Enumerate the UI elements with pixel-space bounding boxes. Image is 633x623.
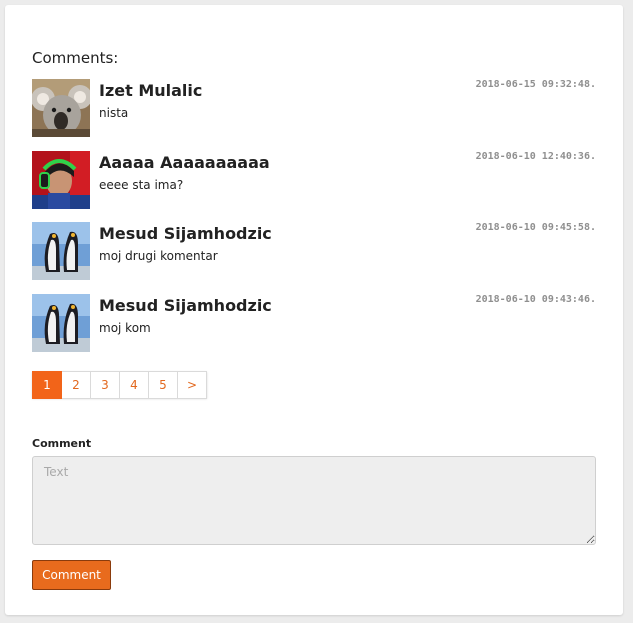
page-1-button[interactable]: 1: [32, 371, 62, 399]
comment-item: Aaaaa Aaaaaaaaaa eeee sta ima? 2018-06-1…: [32, 151, 596, 209]
comment-date: 2018-06-10 09:45:58.: [475, 222, 596, 233]
comment-submit-button[interactable]: Comment: [32, 560, 111, 590]
comment-date: 2018-06-10 09:43:46.: [475, 294, 596, 305]
comment-item: Mesud Sijamhodzic moj kom 2018-06-10 09:…: [32, 294, 596, 352]
pagination: 1 2 3 4 5 >: [32, 371, 207, 399]
comment-date: 2018-06-10 12:40:36.: [475, 151, 596, 162]
next-page-button[interactable]: >: [178, 371, 207, 399]
koala-avatar-icon: [32, 79, 90, 137]
comment-text: eeee sta ima?: [99, 178, 184, 192]
comment-author: Izet Mulalic: [99, 81, 203, 100]
comment-date: 2018-06-15 09:32:48.: [475, 79, 596, 90]
headphones-person-avatar-icon: [32, 151, 90, 209]
page-3-button[interactable]: 3: [91, 371, 120, 399]
comments-card: Comments: Izet Mulalic nista 2018-06-15 …: [5, 5, 623, 615]
penguins-avatar-icon: [32, 294, 90, 352]
comment-item: Mesud Sijamhodzic moj drugi komentar 201…: [32, 222, 596, 280]
comment-author: Mesud Sijamhodzic: [99, 224, 272, 243]
comment-label: Comment: [32, 437, 92, 450]
comment-text: moj drugi komentar: [99, 249, 218, 263]
page-2-button[interactable]: 2: [62, 371, 91, 399]
comment-item: Izet Mulalic nista 2018-06-15 09:32:48.: [32, 79, 596, 137]
page-5-button[interactable]: 5: [149, 371, 178, 399]
comment-author: Mesud Sijamhodzic: [99, 296, 272, 315]
comment-author: Aaaaa Aaaaaaaaaa: [99, 153, 270, 172]
comment-text: moj kom: [99, 321, 151, 335]
comment-textarea[interactable]: [32, 456, 596, 545]
page-4-button[interactable]: 4: [120, 371, 149, 399]
penguins-avatar-icon: [32, 222, 90, 280]
comment-text: nista: [99, 106, 129, 120]
comments-heading: Comments:: [32, 49, 119, 67]
